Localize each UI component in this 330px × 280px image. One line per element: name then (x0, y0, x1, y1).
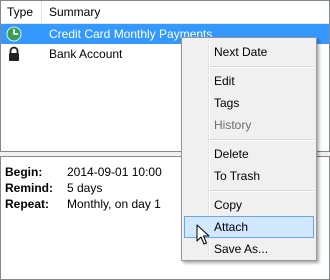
remind-label: Remind: (5, 181, 53, 195)
menu-item-tags[interactable]: Tags (184, 92, 314, 114)
app-window: Type Summary Credit Card Monthly Payment… (0, 0, 330, 280)
menu-item-copy[interactable]: Copy (184, 194, 314, 216)
lock-icon (6, 46, 22, 62)
repeat-value: Monthly, on day 1 (67, 197, 161, 211)
menu-item-history[interactable]: History (184, 114, 314, 136)
menu-separator (210, 139, 314, 141)
menu-item-delete[interactable]: Delete (184, 143, 314, 165)
mouse-pointer-icon (196, 224, 210, 246)
list-header: Type Summary (1, 1, 329, 24)
begin-value: 2014-09-01 10:00 (67, 165, 162, 179)
row-summary: Bank Account (49, 47, 123, 61)
menu-item-next-date[interactable]: Next Date (184, 41, 314, 63)
menu-separator (210, 190, 314, 192)
menu-item-to-trash[interactable]: To Trash (184, 165, 314, 187)
column-header-summary[interactable]: Summary (42, 1, 329, 23)
remind-value: 5 days (67, 181, 103, 195)
column-header-type[interactable]: Type (1, 1, 42, 23)
repeat-label: Repeat: (5, 197, 50, 211)
clock-icon (6, 26, 22, 42)
menu-separator (210, 66, 314, 68)
menu-item-edit[interactable]: Edit (184, 70, 314, 92)
begin-label: Begin: (5, 165, 43, 179)
